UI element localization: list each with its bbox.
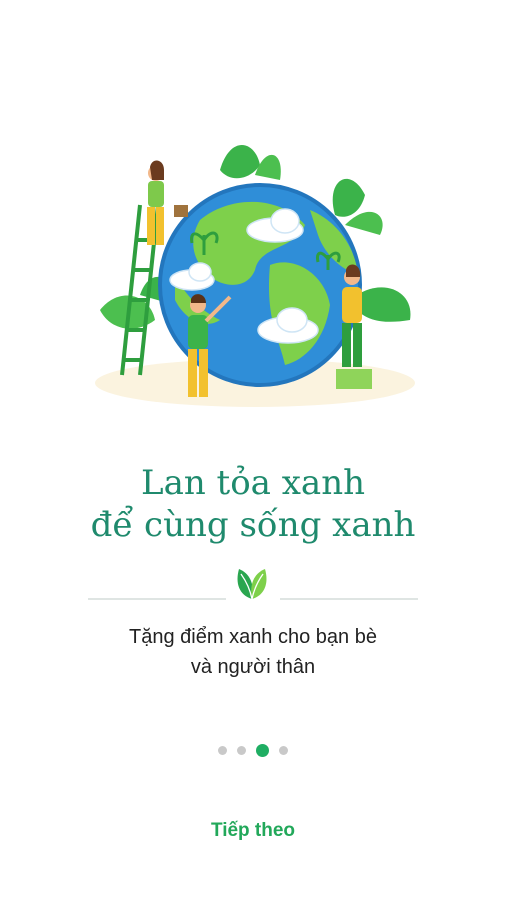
onboarding-illustration — [80, 125, 426, 425]
leaf-divider — [88, 565, 418, 600]
subtitle-line-1: Tặng điểm xanh cho bạn bè — [129, 626, 377, 648]
onboarding-subtitle: Tặng điểm xanh cho bạn bè và người thân — [0, 622, 506, 682]
page-dot-1[interactable] — [218, 746, 227, 755]
divider-line-left — [88, 598, 226, 600]
leaf-icon — [237, 569, 267, 600]
page-dot-2[interactable] — [237, 746, 246, 755]
next-button[interactable]: Tiếp theo — [0, 820, 506, 842]
page-dot-4[interactable] — [279, 746, 288, 755]
page-dot-3-active[interactable] — [256, 744, 269, 757]
divider-line-right — [280, 598, 418, 600]
onboarding-headline: Lan tỏa xanh để cùng sống xanh — [0, 462, 506, 546]
headline-line-1: Lan tỏa xanh — [140, 463, 365, 503]
page-indicator — [0, 744, 506, 757]
headline-line-2: để cùng sống xanh — [90, 505, 416, 545]
subtitle-line-2: và người thân — [190, 656, 316, 678]
